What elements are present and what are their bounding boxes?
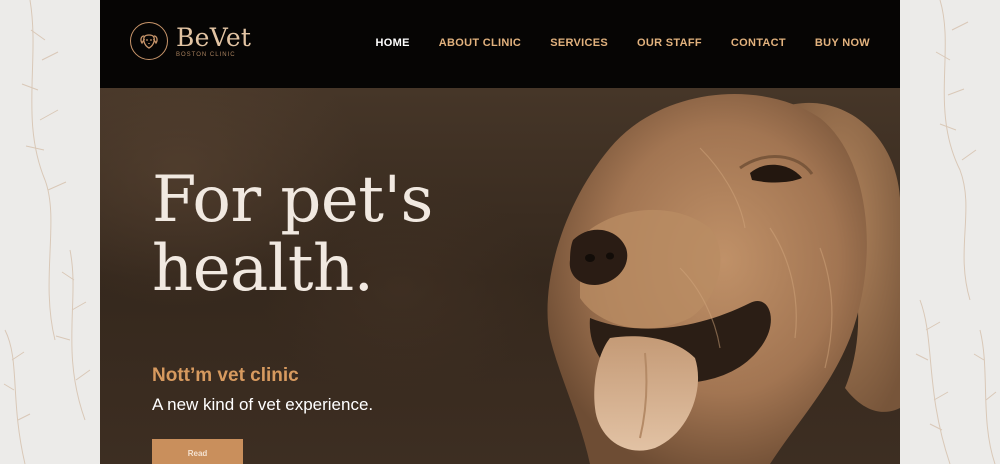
brand-logo[interactable]: BeVet BOSTON CLINIC: [130, 22, 251, 60]
hero-title: For pet's health.: [152, 166, 492, 304]
site-header: BeVet BOSTON CLINIC HOME ABOUT CLINIC SE…: [100, 0, 900, 88]
hero-title-line-2: health.: [152, 232, 374, 306]
nav-home[interactable]: HOME: [376, 37, 410, 49]
brand-subtitle: BOSTON CLINIC: [176, 51, 236, 58]
brand-name: BeVet: [176, 22, 252, 52]
nav-buy-now[interactable]: BUY NOW: [815, 37, 870, 49]
hero-tagline: A new kind of vet experience.: [152, 395, 374, 414]
hero-subtitle: Nott’m vet clinic: [152, 365, 299, 386]
dog-face-icon: [130, 22, 168, 60]
hero-dog-photo: [547, 94, 900, 464]
nav-our-staff[interactable]: OUR STAFF: [637, 37, 702, 49]
nav-about-clinic[interactable]: ABOUT CLINIC: [439, 37, 521, 49]
hero-title-line-1: For pet's: [152, 163, 433, 237]
decorative-leaf-pattern-right: [900, 0, 1000, 464]
nav-contact[interactable]: CONTACT: [731, 37, 786, 49]
decorative-leaf-pattern-left: [0, 0, 100, 464]
nav-services[interactable]: SERVICES: [550, 37, 608, 49]
hero-section: For pet's health. Nott’m vet clinic A ne…: [100, 88, 900, 464]
main-navigation: HOME ABOUT CLINIC SERVICES OUR STAFF CON…: [347, 37, 870, 49]
website-frame: BeVet BOSTON CLINIC HOME ABOUT CLINIC SE…: [100, 0, 900, 464]
read-more-button[interactable]: Read: [152, 439, 243, 464]
